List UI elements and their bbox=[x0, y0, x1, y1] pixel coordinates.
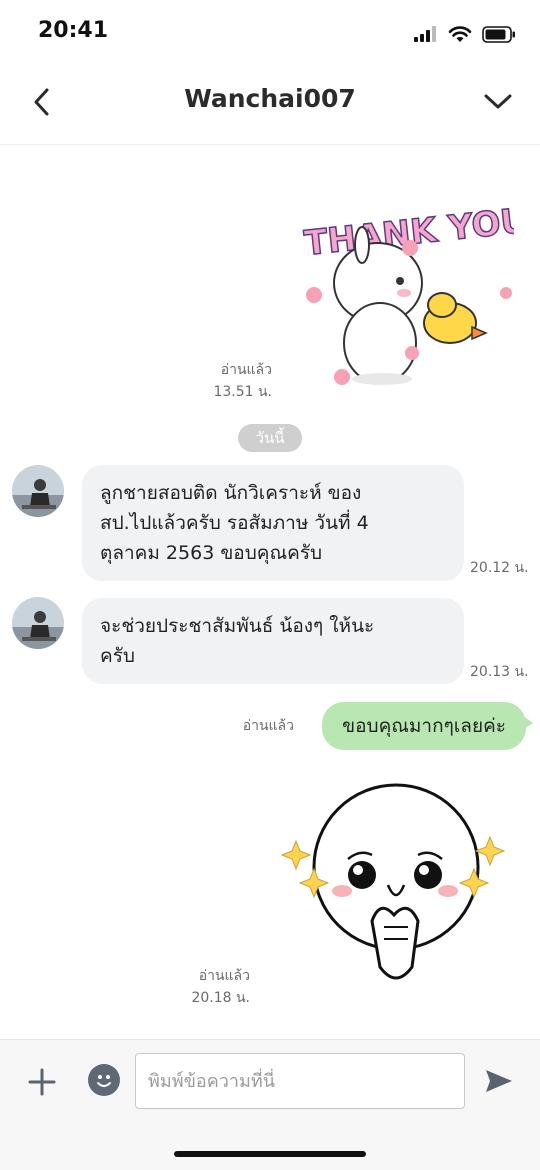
message-time: 13.51 น. bbox=[213, 384, 272, 400]
chat-area: THANK YOU! อ่านแล้ว 13.51 น. วันนี้ ลูกช… bbox=[0, 145, 540, 1038]
chevron-down-icon bbox=[484, 94, 512, 109]
status-icons bbox=[414, 22, 516, 46]
message-line: สป.ไปแล้วครับ รอสัมภาษ วันที่ 4 bbox=[100, 512, 369, 534]
read-receipt: อ่านแล้ว bbox=[220, 362, 272, 378]
chat-title: Wanchai007 bbox=[184, 84, 356, 113]
attach-button[interactable] bbox=[24, 1064, 60, 1100]
message-line: ลูกชายสอบติด นักวิเคราะห์ ของ bbox=[100, 482, 362, 504]
message-line: ครับ bbox=[100, 645, 135, 667]
pleading-moon-face-sticker[interactable] bbox=[280, 757, 510, 999]
thank-you-rabbit-sticker[interactable]: THANK YOU! bbox=[300, 193, 540, 389]
message-time: 20.12 น. bbox=[470, 560, 529, 576]
message-meta: อ่านแล้ว 13.51 น. bbox=[190, 359, 272, 403]
message-time: 20.18 น. bbox=[191, 990, 250, 1006]
emoji-icon bbox=[97, 1075, 111, 1087]
incoming-message-bubble[interactable]: จะช่วยประชาสัมพันธ์ น้องๆ ให้นะ ครับ bbox=[82, 598, 464, 684]
message-meta: อ่านแล้ว 20.18 น. bbox=[170, 965, 250, 1009]
message-line: ตุลาคม 2563 ขอบคุณครับ bbox=[100, 542, 323, 564]
date-separator: วันนี้ bbox=[238, 424, 302, 452]
status-bar: 20:41 bbox=[0, 0, 540, 62]
incoming-message-bubble[interactable]: ลูกชายสอบติด นักวิเคราะห์ ของ สป.ไปแล้วค… bbox=[82, 465, 464, 581]
status-time: 20:41 bbox=[38, 18, 109, 43]
wifi-icon bbox=[448, 25, 472, 42]
read-receipt: อ่านแล้ว bbox=[198, 968, 250, 984]
send-button[interactable] bbox=[482, 1064, 516, 1098]
plus-icon bbox=[28, 1068, 56, 1096]
chat-menu-button[interactable] bbox=[476, 80, 520, 124]
avatar[interactable] bbox=[12, 465, 64, 517]
emoji-button[interactable] bbox=[88, 1064, 120, 1096]
message-time: 20.13 น. bbox=[470, 664, 529, 680]
battery-icon bbox=[482, 25, 515, 43]
send-icon bbox=[486, 1070, 512, 1092]
outgoing-message-bubble[interactable]: ขอบคุณมากๆเลยค่ะ bbox=[322, 702, 533, 750]
chat-header: Wanchai007 bbox=[0, 62, 540, 145]
read-receipt: อ่านแล้ว bbox=[242, 718, 294, 734]
message-line: จะช่วยประชาสัมพันธ์ น้องๆ ให้นะ bbox=[100, 615, 375, 637]
avatar[interactable] bbox=[12, 597, 64, 649]
message-input[interactable] bbox=[135, 1053, 465, 1109]
home-indicator[interactable] bbox=[174, 1151, 366, 1157]
signal-icon bbox=[414, 26, 436, 42]
